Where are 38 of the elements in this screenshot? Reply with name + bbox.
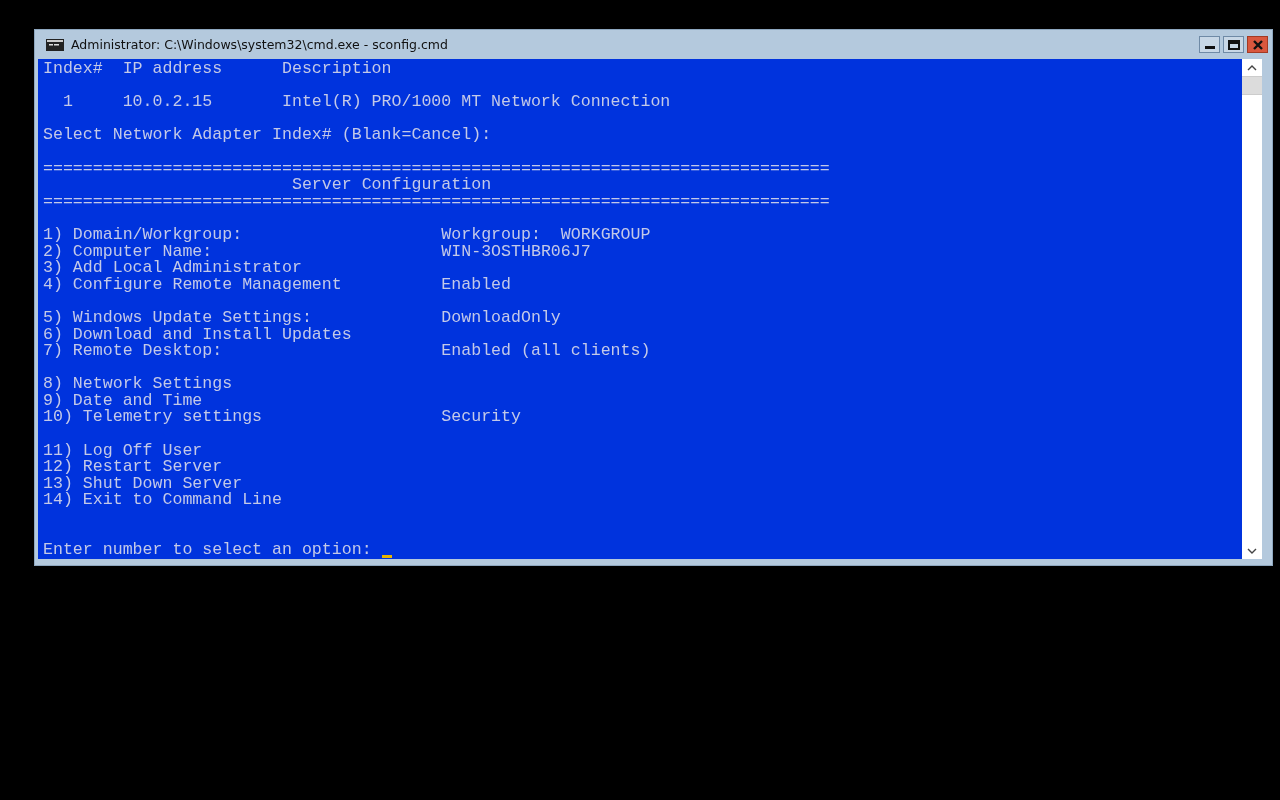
close-button[interactable] [1247,36,1268,53]
table-cell: 10.0.2.15 [122,92,213,112]
window-title: Administrator: C:\Windows\system32\cmd.exe - sconfig.cmd [71,37,449,52]
column-header: Index# [43,59,103,78]
option-value: DownloadOnly [441,307,561,327]
minimize-icon [1204,46,1215,49]
close-icon [1251,39,1264,50]
text-cursor [381,555,392,559]
menu-option: 2) Computer Name: [43,241,213,261]
menu-option: 6) Download and Install Updates [43,324,352,344]
option-value: WIN-3OSTHBR06J7 [441,241,591,261]
menu-option: 10) Telemetry settings [43,407,263,427]
option-value: Enabled (all clients) [441,341,651,361]
menu-option: 5) Windows Update Settings: [43,307,312,327]
adapter-prompt: Select Network Adapter Index# (Blank=Cancel): [43,127,492,144]
maximize-icon [1227,39,1240,50]
scrollbar[interactable] [1242,59,1262,559]
minimize-button[interactable] [1199,36,1220,53]
menu-option: 14) Exit to Command Line [43,490,282,510]
menu-option: 1) Domain/Workgroup: [43,224,243,244]
caret-down-icon [1247,547,1257,554]
input-prompt: Enter number to select an option: [43,542,372,559]
separator-line: =============================================================================== [43,160,830,178]
option-value: Workgroup: WORKGROUP [441,224,651,244]
option-value: Enabled [441,274,512,294]
option-value: Security [441,407,521,427]
maximize-button[interactable] [1223,36,1244,53]
menu-option: 11) Log Off User [43,440,203,460]
menu-heading: Server Configuration [291,177,492,194]
caret-up-icon [1247,64,1257,71]
column-header: IP address [122,59,223,78]
scroll-thumb[interactable] [1242,76,1262,95]
table-cell: Intel(R) PRO/1000 MT Network Connection [281,92,671,112]
table-cell-text: 1 [61,92,73,112]
separator-line: =============================================================================== [43,193,830,211]
console-icon [46,38,64,51]
menu-option: 7) Remote Desktop: [43,341,223,361]
column-header: Description [281,59,392,78]
